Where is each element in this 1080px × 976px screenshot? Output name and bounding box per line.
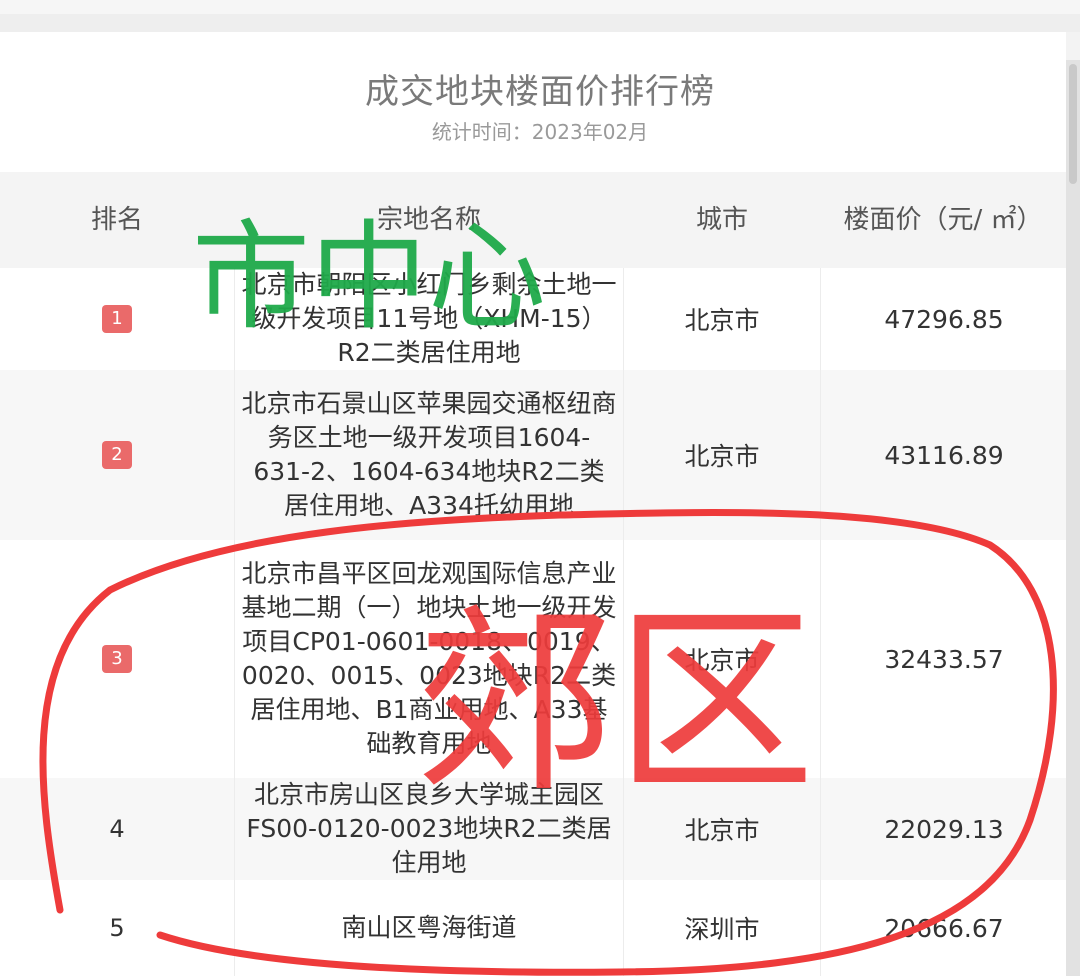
table-row[interactable]: 2 北京市石景山区苹果园交通枢纽商务区土地一级开发项目1604-631-2、16… [0,370,1066,540]
rank-number: 5 [109,914,125,942]
header-rank: 排名 [90,205,143,235]
page-subtitle: 统计时间：2023年02月 [431,120,649,144]
header-name: 宗地名称 [376,205,481,235]
rank-badge: 2 [102,441,132,469]
header-city: 城市 [695,205,748,235]
city-cell: 北京市 [684,646,760,675]
city-cell: 深圳市 [684,915,760,944]
land-name-cell: 北京市房山区良乡大学城主园区FS00-0120-0023地块R2二类居住用地 [234,778,624,880]
rank-number: 4 [109,815,125,843]
price-cell: 22029.13 [820,778,1066,880]
land-name-cell: 北京市昌平区回龙观国际信息产业基地二期（一）地块土地一级开发项目CP01-060… [234,540,624,778]
city-cell: 北京市 [684,306,760,335]
city-cell: 北京市 [684,442,760,471]
rank-cell: 1 [0,268,234,370]
table-row[interactable]: 4 北京市房山区良乡大学城主园区FS00-0120-0023地块R2二类居住用地… [0,778,1066,880]
ranking-card: 成交地块楼面价排行榜 统计时间：2023年02月 排名 宗地名称 城市 楼面价（… [0,32,1066,976]
rank-badge: 1 [102,305,132,333]
page-title: 成交地块楼面价排行榜 [365,72,715,112]
price-cell: 32433.57 [820,540,1066,778]
rank-cell: 2 [0,370,234,540]
table-row[interactable]: 1 北京市朝阳区小红门乡剩余土地一级开发项目11号地（XHM-15）R2二类居住… [0,268,1066,370]
price-cell: 43116.89 [820,370,1066,540]
scrollbar[interactable] [1066,60,1080,976]
rank-cell: 5 [0,880,234,976]
land-name-cell: 南山区粤海街道 [234,880,624,976]
city-cell: 北京市 [684,816,760,845]
rank-badge: 3 [102,645,132,673]
scrollbar-thumb[interactable] [1069,64,1077,184]
top-divider [0,14,1080,32]
table-header: 排名 宗地名称 城市 楼面价（元/ ㎡） [0,172,1066,268]
header-price: 楼面价（元/ ㎡） [843,205,1043,235]
rank-cell: 3 [0,540,234,778]
land-name-cell: 北京市石景山区苹果园交通枢纽商务区土地一级开发项目1604-631-2、1604… [234,370,624,540]
price-cell: 20666.67 [820,880,1066,976]
table-row[interactable]: 5 南山区粤海街道 深圳市 20666.67 [0,880,1066,976]
table-row[interactable]: 3 北京市昌平区回龙观国际信息产业基地二期（一）地块土地一级开发项目CP01-0… [0,540,1066,778]
land-name-cell: 北京市朝阳区小红门乡剩余土地一级开发项目11号地（XHM-15）R2二类居住用地 [234,268,624,370]
price-cell: 47296.85 [820,268,1066,370]
rank-cell: 4 [0,778,234,880]
